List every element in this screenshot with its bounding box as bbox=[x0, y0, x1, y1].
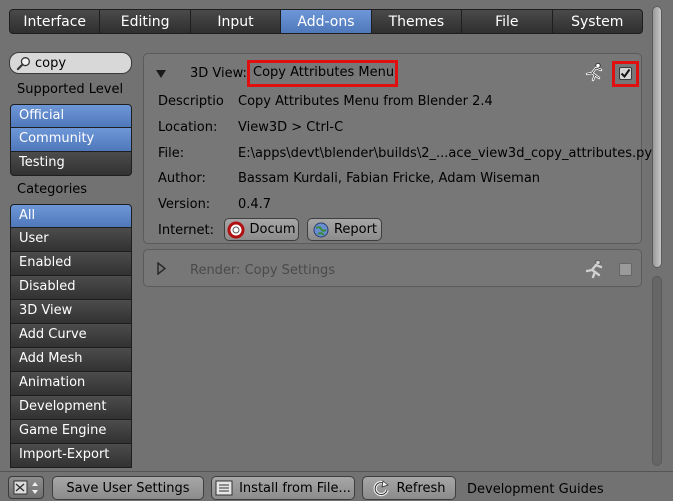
official-addon-icon bbox=[585, 259, 603, 279]
category-game-engine[interactable]: Game Engine bbox=[10, 420, 132, 444]
level-community[interactable]: Community bbox=[10, 128, 132, 152]
documentation-button[interactable]: Docum bbox=[224, 218, 299, 241]
install-from-file-button[interactable]: Install from File... bbox=[211, 476, 355, 500]
tab-file[interactable]: File bbox=[462, 9, 553, 34]
refresh-button[interactable]: Refresh bbox=[362, 476, 456, 500]
addon-enable-checkbox[interactable] bbox=[619, 67, 632, 80]
detail-value: 0.4.7 bbox=[238, 197, 272, 212]
detail-value: Copy Attributes Menu from Blender 2.4 bbox=[238, 94, 493, 109]
detail-key: File: bbox=[158, 146, 185, 161]
tab-add-ons[interactable]: Add-ons bbox=[281, 9, 372, 34]
detail-key: Author: bbox=[158, 171, 206, 186]
category-user[interactable]: User bbox=[10, 228, 132, 252]
refresh-label: Refresh bbox=[396, 480, 446, 496]
scrollbar-thumb[interactable] bbox=[652, 6, 662, 268]
level-testing[interactable]: Testing bbox=[10, 152, 132, 176]
category-3d-view[interactable]: 3D View bbox=[10, 300, 132, 324]
category-disabled[interactable]: Disabled bbox=[10, 276, 132, 300]
category-animation[interactable]: Animation bbox=[10, 372, 132, 396]
search-input[interactable] bbox=[31, 55, 121, 71]
report-bug-button[interactable]: Report bbox=[307, 218, 382, 241]
tab-system[interactable]: System bbox=[552, 9, 643, 34]
categories-heading: Categories bbox=[17, 182, 88, 197]
category-list: All User Enabled Disabled 3D View Add Cu… bbox=[10, 204, 132, 468]
globe-icon bbox=[313, 222, 329, 237]
bottom-toolbar: Save User Settings Install from File... … bbox=[0, 471, 673, 501]
supported-level-list: Official Community Testing bbox=[10, 104, 132, 176]
editor-type-selector[interactable] bbox=[8, 476, 44, 499]
checkmark-icon bbox=[620, 68, 631, 79]
expand-triangle-icon[interactable] bbox=[157, 262, 166, 275]
preferences-tab-bar: Interface Editing Input Add-ons Themes F… bbox=[9, 9, 643, 34]
search-icon bbox=[16, 56, 30, 70]
detail-row-description: Descriptio Copy Attributes Menu from Ble… bbox=[158, 94, 493, 109]
detail-value: E:\apps\devt\blender\builds\2_...ace_vie… bbox=[238, 146, 653, 161]
development-guides-label: Development Guides bbox=[467, 482, 604, 497]
category-enabled[interactable]: Enabled bbox=[10, 252, 132, 276]
detail-row-location: Location: View3D > Ctrl-C bbox=[158, 120, 343, 135]
install-from-file-label: Install from File... bbox=[239, 480, 351, 496]
addon-search-field[interactable] bbox=[9, 52, 132, 74]
official-addon-icon bbox=[585, 62, 603, 82]
addon-panel-copy-settings: Render: Copy Settings bbox=[143, 249, 642, 287]
tab-interface[interactable]: Interface bbox=[9, 9, 101, 34]
detail-key: Internet: bbox=[158, 223, 214, 238]
help-lifebuoy-icon bbox=[227, 221, 245, 238]
detail-value: View3D > Ctrl-C bbox=[238, 120, 344, 135]
addon-name: Copy Attributes Menu bbox=[253, 65, 395, 80]
tab-input[interactable]: Input bbox=[190, 9, 282, 34]
detail-row-version: Version: 0.4.7 bbox=[158, 197, 271, 212]
detail-row-author: Author: Bassam Kurdali, Fabian Fricke, A… bbox=[158, 171, 540, 186]
addon-category-label: 3D View: bbox=[190, 66, 247, 81]
tab-editing[interactable]: Editing bbox=[100, 9, 191, 34]
addon-enable-checkbox[interactable] bbox=[619, 263, 632, 276]
supported-level-heading: Supported Level bbox=[17, 82, 124, 97]
category-all[interactable]: All bbox=[10, 204, 132, 228]
category-import-export[interactable]: Import-Export bbox=[10, 444, 132, 468]
documentation-label: Docum bbox=[249, 222, 296, 237]
level-official[interactable]: Official bbox=[10, 104, 132, 128]
tab-themes[interactable]: Themes bbox=[371, 9, 463, 34]
addon-name: Render: Copy Settings bbox=[190, 263, 335, 278]
detail-key: Descriptio bbox=[158, 94, 224, 109]
editor-type-icon bbox=[13, 480, 38, 494]
report-label: Report bbox=[333, 222, 378, 237]
save-user-settings-label: Save User Settings bbox=[66, 480, 190, 496]
file-browser-icon bbox=[215, 480, 233, 496]
collapse-triangle-icon[interactable] bbox=[155, 69, 167, 79]
detail-key: Location: bbox=[158, 120, 218, 135]
scrollbar-track[interactable] bbox=[652, 276, 662, 466]
addon-name-highlight: Copy Attributes Menu bbox=[247, 60, 398, 87]
addon-panel-copy-attributes: 3D View: Copy Attributes Menu Descriptio… bbox=[143, 53, 652, 244]
vertical-scrollbar[interactable] bbox=[651, 6, 663, 466]
refresh-icon bbox=[374, 480, 390, 497]
detail-row-internet: Internet: bbox=[158, 223, 214, 238]
category-add-mesh[interactable]: Add Mesh bbox=[10, 348, 132, 372]
detail-value: Bassam Kurdali, Fabian Fricke, Adam Wise… bbox=[238, 171, 541, 186]
category-development[interactable]: Development bbox=[10, 396, 132, 420]
save-user-settings-button[interactable]: Save User Settings bbox=[52, 476, 204, 500]
category-add-curve[interactable]: Add Curve bbox=[10, 324, 132, 348]
detail-row-file: File: E:\apps\devt\blender\builds\2_...a… bbox=[158, 146, 652, 161]
detail-key: Version: bbox=[158, 197, 211, 212]
